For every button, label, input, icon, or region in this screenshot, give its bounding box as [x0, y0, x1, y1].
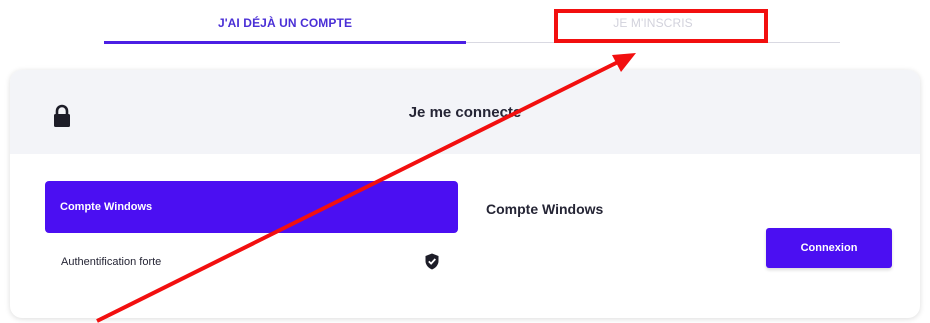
- tab-divider: [466, 42, 840, 43]
- pane-title: Compte Windows: [486, 201, 604, 217]
- method-windows-label: Compte Windows: [60, 201, 153, 213]
- tab-login[interactable]: J'AI DÉJÀ UN COMPTE: [104, 0, 466, 46]
- active-tab-indicator: [104, 41, 466, 44]
- card-header: Je me connecte: [10, 70, 920, 154]
- connect-button[interactable]: Connexion: [766, 228, 892, 268]
- method-windows-account[interactable]: Compte Windows: [45, 181, 458, 233]
- shield-check-icon: [425, 253, 439, 270]
- card-title: Je me connecte: [408, 103, 522, 121]
- auth-tabs: J'AI DÉJÀ UN COMPTE JE M'INSCRIS: [104, 0, 840, 46]
- tab-signup[interactable]: JE M'INSCRIS: [466, 0, 840, 46]
- login-card: Je me connecte Compte Windows Authentifi…: [10, 70, 920, 318]
- method-strong-auth[interactable]: Authentification forte: [45, 241, 458, 283]
- method-strong-label: Authentification forte: [61, 256, 162, 268]
